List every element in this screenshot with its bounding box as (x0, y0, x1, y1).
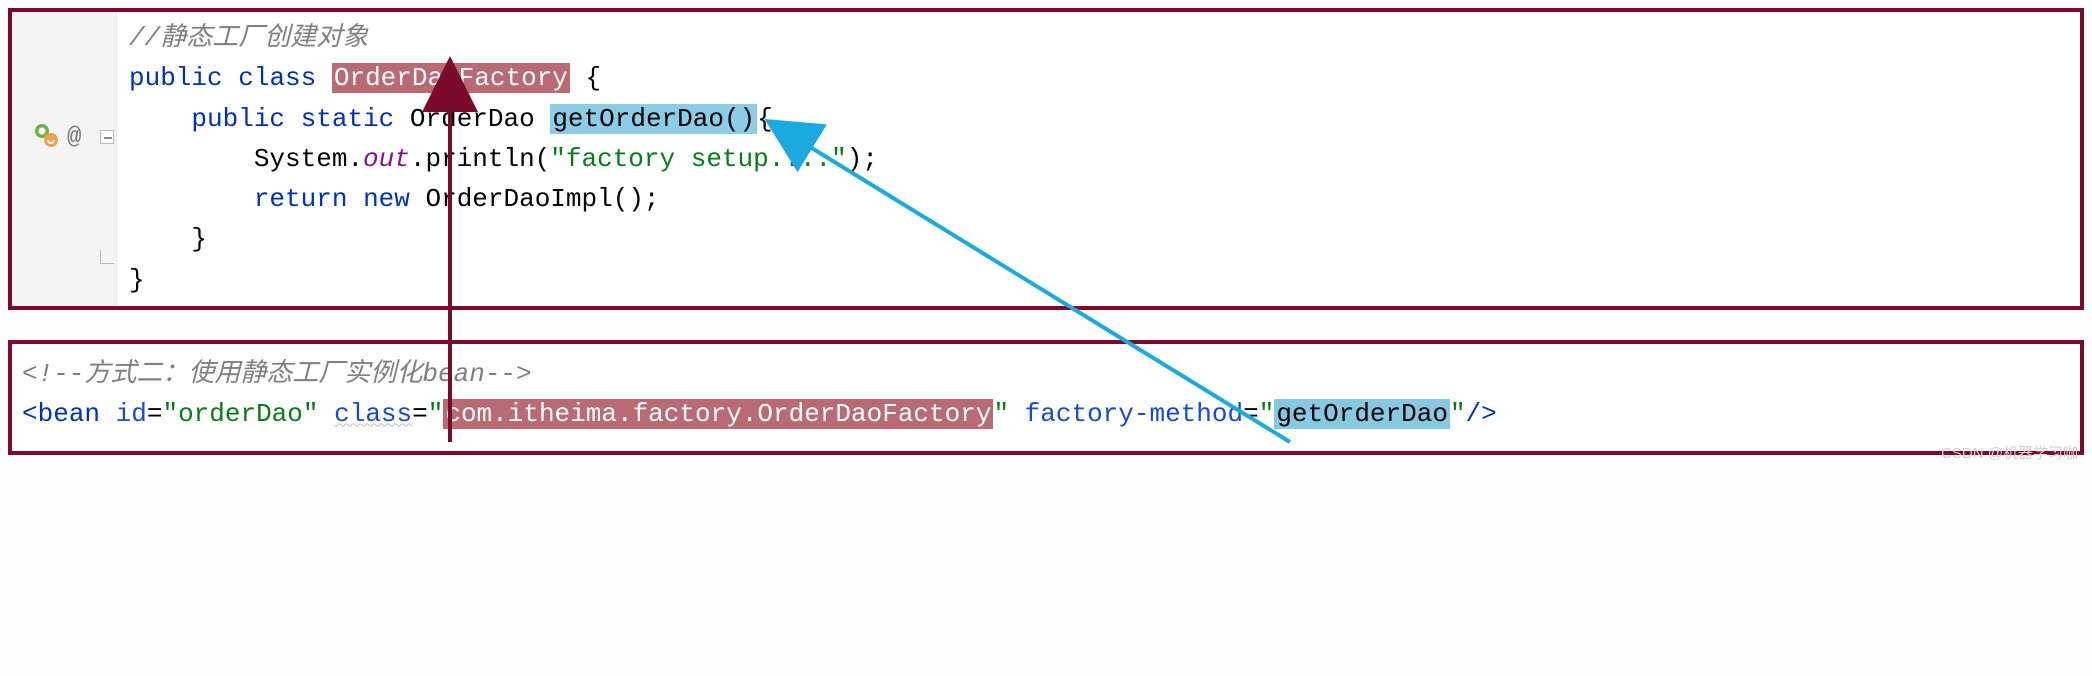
fold-start-icon[interactable] (100, 130, 114, 144)
impl: OrderDaoImpl(); (425, 184, 659, 214)
tag-open: < (22, 399, 38, 429)
stmt-string: "factory setup...." (550, 144, 846, 174)
val-fm-q2: " (1450, 399, 1466, 429)
fold-end-icon[interactable] (100, 250, 114, 264)
kw-return: return (254, 184, 348, 214)
brace-close-2: } (129, 265, 145, 295)
eq2: = (412, 399, 428, 429)
brace-close-1: } (191, 224, 207, 254)
eq1: = (147, 399, 163, 429)
attr-id: id (116, 399, 147, 429)
class-name-highlight: OrderDaoFactory (332, 63, 570, 93)
brace-open: { (570, 63, 601, 93)
method-name-highlight: getOrderDao() (550, 104, 757, 134)
xml-comment: <!--方式二：使用静态工厂实例化bean--> (22, 359, 532, 389)
kw-class: class (238, 63, 316, 93)
val-class-q1: " (428, 399, 444, 429)
code-comment: //静态工厂创建对象 (129, 23, 368, 53)
val-fm-body: getOrderDao (1274, 399, 1450, 429)
ret-type: OrderDao (410, 104, 535, 134)
tag-name: bean (38, 399, 100, 429)
kw-new: new (363, 184, 410, 214)
attr-class: class (334, 399, 412, 429)
kw-public-2: public (191, 104, 285, 134)
method-brace: { (757, 104, 773, 134)
editor-gutter: @ (12, 12, 117, 306)
val-class-q2: " (993, 399, 1009, 429)
kw-public: public (129, 63, 223, 93)
stmt-println: .println( (410, 144, 550, 174)
spring-bean-icon (32, 122, 60, 158)
annotation-marker: @ (67, 124, 81, 151)
stmt-end: ); (847, 144, 878, 174)
xml-code-box: <!--方式二：使用静态工厂实例化bean--> <bean id="order… (8, 340, 2084, 455)
val-id: "orderDao" (162, 399, 318, 429)
java-code-box: @ //静态工厂创建对象 public class OrderDaoFactor… (8, 8, 2084, 310)
watermark-text: CSDN @机器学习咖 (1941, 442, 2078, 463)
stmt-out: out (363, 144, 410, 174)
stmt-system: System. (254, 144, 363, 174)
eq3: = (1243, 399, 1259, 429)
attr-fm: factory-method (1025, 399, 1243, 429)
tag-close: /> (1466, 399, 1497, 429)
val-fm-q1: " (1259, 399, 1275, 429)
kw-static: static (301, 104, 395, 134)
val-class-body: com.itheima.factory.OrderDaoFactory (443, 399, 993, 429)
java-code: //静态工厂创建对象 public class OrderDaoFactory … (117, 12, 890, 306)
